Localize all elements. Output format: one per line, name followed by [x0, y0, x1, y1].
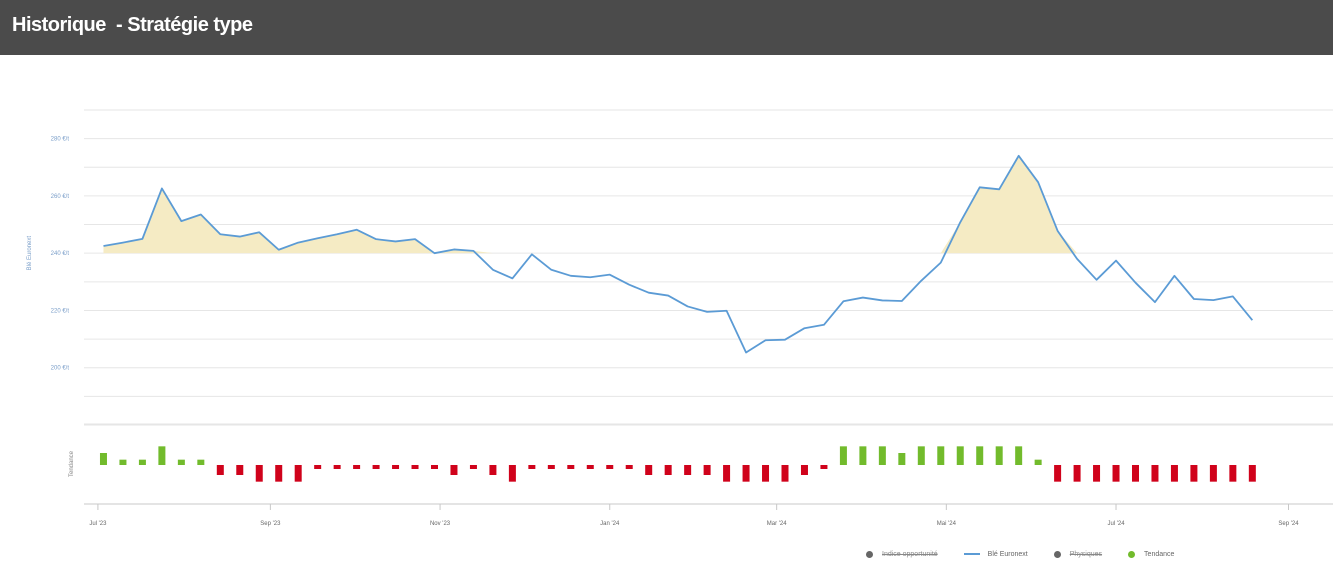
trend-bar: [1034, 459, 1042, 465]
legend-item-tendance[interactable]: Tendance: [1128, 550, 1175, 558]
legend-label-ble-euronext: Blé Euronext: [987, 550, 1028, 558]
y-tick-label: 240 €/t: [51, 251, 70, 257]
legend-symbol-tendance: [1128, 550, 1136, 558]
y-tick-label: 280 €/t: [51, 137, 70, 143]
x-tick-label: Mar '24: [767, 521, 787, 527]
trend-bar: [1073, 465, 1081, 482]
trend-bar: [898, 453, 906, 465]
trend-bar: [664, 465, 672, 475]
trend-bar: [528, 465, 536, 469]
trend-bar: [197, 459, 205, 465]
trend-bar: [567, 465, 575, 469]
legend-label-tendance: Tendance: [1144, 550, 1175, 558]
y-tick-label: 200 €/t: [51, 366, 70, 372]
trend-bar: [976, 446, 984, 465]
trend-bar: [392, 465, 400, 469]
page-header: Historique - Stratégie type: [0, 0, 1333, 55]
x-tick-label: Sep '24: [1278, 521, 1299, 527]
trend-bar: [878, 446, 886, 465]
trend-bar: [684, 465, 692, 475]
trend-bar: [781, 465, 789, 482]
trend-bar: [411, 465, 419, 469]
trend-bar: [275, 465, 283, 482]
trend-bar: [314, 465, 322, 469]
trend-bar: [1190, 465, 1198, 482]
trend-bar: [1248, 465, 1256, 482]
y-axis-title: Blé Euronext: [27, 236, 33, 271]
trend-bar: [294, 465, 302, 482]
trend-bar: [430, 465, 438, 469]
trend-bar: [158, 446, 166, 465]
trend-bar: [508, 465, 516, 482]
trend-bar: [372, 465, 380, 469]
trend-bar: [625, 465, 633, 469]
trend-bar: [606, 465, 614, 469]
trend-axis-title: Tendance: [69, 450, 75, 477]
trend-bar: [956, 446, 964, 465]
trend-bar: [937, 446, 945, 465]
x-tick-label: Jan '24: [600, 521, 620, 527]
y-tick-label: 220 €/t: [51, 308, 70, 314]
legend-item-ble-euronext[interactable]: Blé Euronext: [963, 550, 1028, 558]
chart-legend: Indice opportunité Blé Euronext Physique…: [866, 547, 1200, 561]
trend-bar: [255, 465, 263, 482]
trend-bar: [216, 465, 224, 475]
trend-bar: [1229, 465, 1237, 482]
x-tick-label: Jul '23: [89, 521, 107, 527]
x-tick-label: Nov '23: [430, 521, 451, 527]
trend-bar: [645, 465, 653, 475]
trend-bar: [547, 465, 555, 469]
trend-bar: [820, 465, 828, 469]
legend-item-physiques[interactable]: Physiques: [1053, 550, 1103, 558]
series-line-ble-euronext: [103, 154, 1254, 354]
trend-bar: [917, 446, 925, 465]
trend-bar: [995, 446, 1003, 465]
legend-symbol-indice-opportunite: [866, 550, 873, 558]
trend-bar: [469, 465, 477, 469]
trend-bar: [800, 465, 808, 475]
trend-bar: [333, 465, 341, 469]
above-baseline-area: [103, 155, 1253, 254]
trend-bar: [1112, 465, 1120, 482]
trend-bar: [586, 465, 594, 469]
trend-bar: [138, 459, 146, 465]
trend-bar: [99, 453, 107, 465]
trend-bar: [1151, 465, 1159, 482]
legend-symbol-ble-euronext: [963, 553, 980, 555]
trend-bar: [1093, 465, 1101, 482]
trend-bar: [489, 465, 497, 475]
trend-bar: [859, 446, 867, 465]
trend-bar: [703, 465, 711, 475]
price-history-chart: 200 €/t 220 €/t 240 €/t 260 €/t 280 €/t Blé E…: [27, 109, 1333, 527]
legend-symbol-physiques: [1053, 550, 1061, 558]
legend-item-indice-opportunite[interactable]: Indice opportunité: [866, 550, 938, 558]
trend-bar: [742, 465, 750, 482]
trend-bar: [1209, 465, 1217, 482]
y-tick-label: 260 €/t: [51, 194, 70, 200]
trend-bar: [1054, 465, 1062, 482]
x-tick-label: Sep '23: [260, 521, 281, 527]
trend-bar: [119, 459, 127, 465]
legend-label-physiques: Physiques: [1069, 550, 1103, 558]
trend-bar: [1170, 465, 1178, 482]
trend-bar: [177, 459, 185, 465]
page-title: Historique - Stratégie type: [12, 14, 253, 36]
trend-bar: [450, 465, 458, 475]
trend-bar: [1015, 446, 1023, 465]
trend-bar: [1131, 465, 1139, 482]
trend-bar: [353, 465, 361, 469]
legend-label-indice-opportunite: Indice opportunité: [882, 550, 938, 558]
trend-bar: [236, 465, 244, 475]
trend-bar: [723, 465, 731, 482]
x-tick-label: Mai '24: [937, 521, 957, 527]
trend-bar: [839, 446, 847, 465]
x-tick-label: Jul '24: [1107, 521, 1125, 527]
trend-bar: [762, 465, 770, 482]
